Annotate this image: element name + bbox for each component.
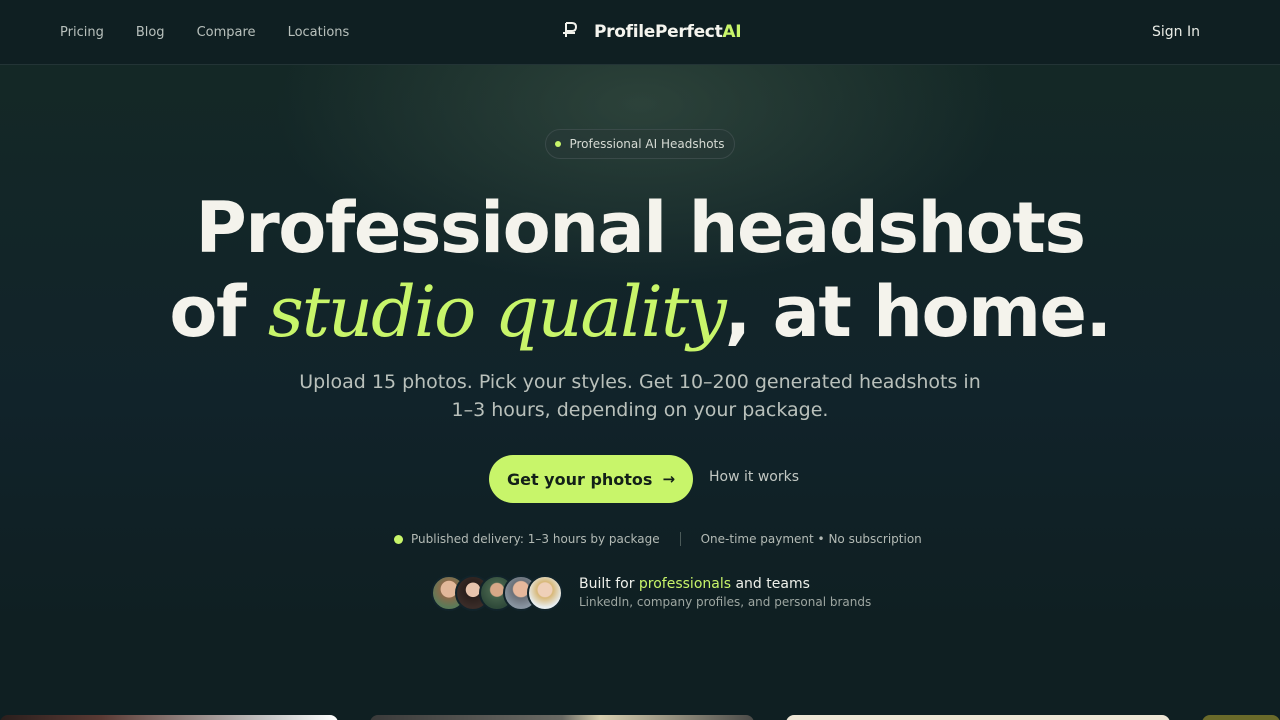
top-navigation: Pricing Blog Compare Locations ProfilePe…: [0, 0, 1280, 65]
meta-divider: [679, 532, 681, 546]
social-text: Built for professionals and teams Linked…: [579, 575, 871, 611]
hero-subtitle: Upload 15 photos. Pick your styles. Get …: [299, 371, 981, 421]
brand-name: ProfilePerfectAI: [594, 22, 742, 42]
social-title-pre: Built for: [579, 576, 639, 592]
headline-end: , at home.: [724, 271, 1112, 353]
meta-delivery: Published delivery: 1–3 hours by package: [411, 532, 660, 546]
nav-links: Pricing Blog Compare Locations: [60, 0, 349, 64]
brand-logo[interactable]: ProfilePerfectAI: [562, 0, 742, 64]
headline-of: of: [169, 271, 268, 353]
photo-card: [786, 715, 1170, 720]
headline-line-2: of studio quality, at home.: [0, 270, 1280, 354]
logo-mark-svg: [563, 21, 578, 37]
social-subtitle: LinkedIn, company profiles, and personal…: [579, 595, 872, 609]
hero-badge: Professional AI Headshots: [545, 129, 735, 159]
nav-link-locations[interactable]: Locations: [288, 25, 350, 40]
nav-link-pricing[interactable]: Pricing: [60, 25, 104, 40]
nav-link-compare[interactable]: Compare: [197, 25, 256, 40]
delivery-meta: Published delivery: 1–3 hours by package…: [394, 530, 922, 548]
cta-label: Get your photos: [506, 469, 653, 489]
badge-dot-icon: [555, 141, 562, 147]
photo-card: [0, 715, 338, 720]
avatar-stack: [431, 575, 563, 611]
status-dot-icon: [394, 534, 403, 544]
photo-card: [370, 715, 754, 720]
social-title: Built for professionals and teams: [579, 575, 871, 593]
social-title-highlight: professionals: [638, 576, 732, 592]
avatar: [527, 575, 563, 611]
logo-icon: [562, 21, 580, 44]
brand-name-main: ProfilePerfect: [594, 22, 723, 42]
social-title-post: and teams: [731, 576, 810, 592]
headline-line-1: Professional headshots: [195, 187, 1086, 269]
brand-name-suffix: AI: [722, 22, 742, 42]
meta-payment: One-time payment • No subscription: [700, 532, 922, 546]
photo-card: [1202, 715, 1280, 720]
arrow-right-icon: →: [662, 470, 676, 488]
how-it-works-link[interactable]: How it works: [709, 469, 799, 485]
nav-link-blog[interactable]: Blog: [136, 25, 165, 40]
hero-headline: Professional headshots of studio quality…: [0, 186, 1280, 354]
badge-label: Professional AI Headshots: [569, 137, 725, 151]
sign-in-link[interactable]: Sign In: [1152, 0, 1200, 64]
get-photos-button[interactable]: Get your photos →: [489, 455, 693, 503]
social-proof: Built for professionals and teams Linked…: [431, 574, 871, 612]
headline-emphasis: studio quality: [267, 271, 727, 353]
